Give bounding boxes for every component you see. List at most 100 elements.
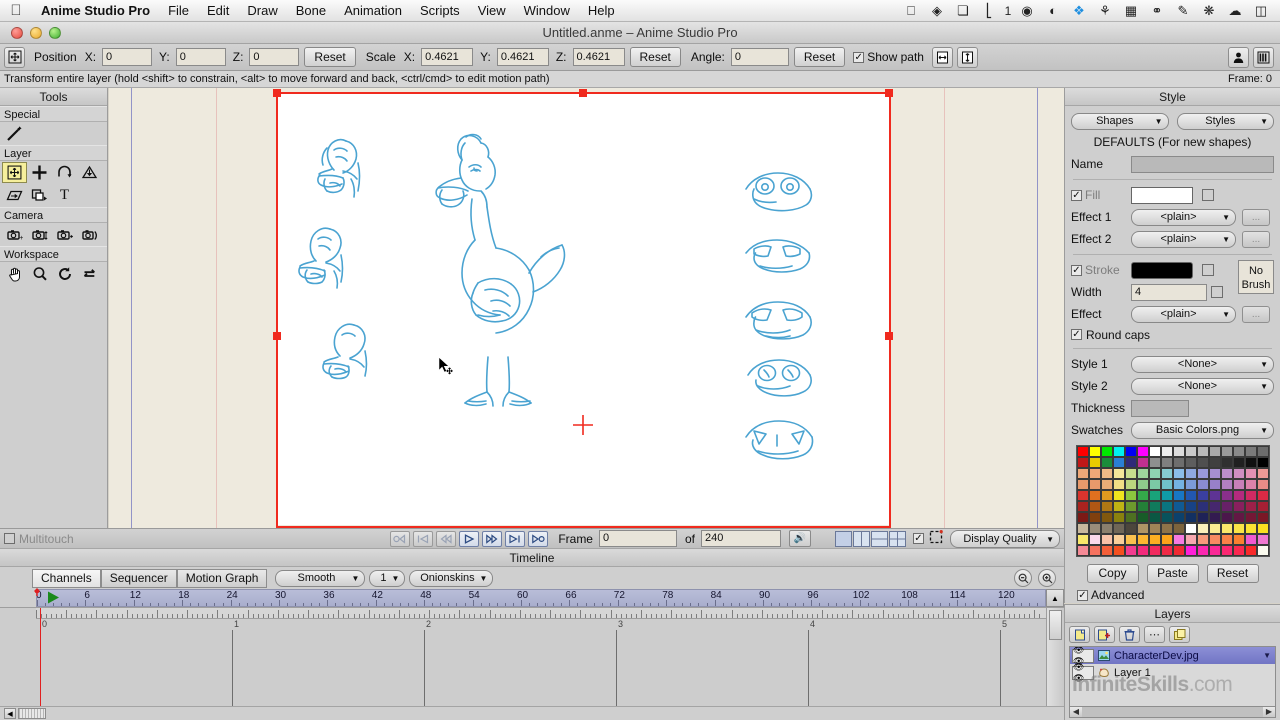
layer-visibility-icon[interactable]: 👁👁 <box>1072 647 1094 666</box>
playhead-marker[interactable] <box>34 588 48 608</box>
selection-handle-ml[interactable] <box>273 332 281 340</box>
color-swatch[interactable] <box>1136 545 1149 556</box>
single-view-button[interactable] <box>835 530 852 547</box>
interpolation-dropdown[interactable]: Smooth ▼ <box>275 569 366 587</box>
next-keyframe-button[interactable] <box>505 530 526 547</box>
color-swatch[interactable] <box>1184 446 1197 457</box>
zoom-in-icon[interactable] <box>1038 569 1056 587</box>
color-swatch[interactable] <box>1160 523 1173 534</box>
color-swatch[interactable] <box>1136 512 1149 523</box>
color-swatch[interactable] <box>1148 523 1161 534</box>
set-origin-tool[interactable] <box>27 185 52 206</box>
color-swatch[interactable] <box>1076 523 1089 534</box>
color-swatch[interactable] <box>1148 457 1161 468</box>
color-swatch[interactable] <box>1196 457 1209 468</box>
color-swatch[interactable] <box>1112 545 1125 556</box>
color-swatch[interactable] <box>1088 545 1101 556</box>
color-swatch[interactable] <box>1136 501 1149 512</box>
round-caps-row[interactable]: ✓ Round caps <box>1071 325 1274 344</box>
color-swatch[interactable] <box>1148 534 1161 545</box>
color-swatch[interactable] <box>1100 479 1113 490</box>
menu-scripts[interactable]: Scripts <box>411 0 469 22</box>
color-swatch[interactable] <box>1112 523 1125 534</box>
color-swatch[interactable] <box>1136 468 1149 479</box>
play-range-marker[interactable] <box>47 590 63 605</box>
flip-horizontal-icon[interactable] <box>931 46 953 68</box>
color-swatch[interactable] <box>1112 446 1125 457</box>
scroll-grip[interactable] <box>18 708 46 719</box>
color-swatch[interactable] <box>1196 523 1209 534</box>
color-swatch[interactable] <box>1076 446 1089 457</box>
color-swatch[interactable] <box>1232 512 1245 523</box>
color-swatch[interactable] <box>1076 545 1089 556</box>
menu-file[interactable]: File <box>159 0 198 22</box>
show-path-checkbox[interactable]: ✓ Show path <box>853 50 924 64</box>
paste-style-button[interactable]: Paste <box>1146 564 1199 583</box>
color-swatch[interactable] <box>1256 490 1269 501</box>
layer-row[interactable]: 👁👁 CharacterDev.jpg ▼ <box>1070 647 1275 666</box>
color-swatch[interactable] <box>1220 446 1233 457</box>
color-swatch[interactable] <box>1208 468 1221 479</box>
color-swatch-grid[interactable] <box>1075 445 1270 557</box>
color-swatch[interactable] <box>1256 479 1269 490</box>
color-swatch[interactable] <box>1112 490 1125 501</box>
stroke-extra-checkbox[interactable] <box>1202 264 1214 276</box>
color-swatch[interactable] <box>1124 501 1137 512</box>
style1-dropdown[interactable]: <None> ▼ <box>1131 355 1274 373</box>
color-swatch[interactable] <box>1148 446 1161 457</box>
volume-icon[interactable]: ⎣ <box>976 0 1002 22</box>
color-swatch[interactable] <box>1076 468 1089 479</box>
scrollbar-thumb[interactable] <box>1049 610 1062 640</box>
color-swatch[interactable] <box>1160 468 1173 479</box>
color-swatch[interactable] <box>1232 446 1245 457</box>
menu-window[interactable]: Window <box>515 0 579 22</box>
translate-layer-tool[interactable] <box>27 162 52 183</box>
layer-selection-rect[interactable] <box>276 92 891 528</box>
fill-extra-checkbox[interactable] <box>1202 189 1214 201</box>
color-swatch[interactable] <box>1220 523 1233 534</box>
color-swatch[interactable] <box>1244 534 1257 545</box>
zoom-out-icon[interactable] <box>1014 569 1032 587</box>
color-swatch[interactable] <box>1088 468 1101 479</box>
color-swatch[interactable] <box>1112 479 1125 490</box>
color-swatch[interactable] <box>1220 479 1233 490</box>
color-swatch[interactable] <box>1220 468 1233 479</box>
new-layer-button[interactable] <box>1069 626 1090 643</box>
menu-edit[interactable]: Edit <box>198 0 238 22</box>
swatches-dropdown[interactable]: Basic Colors.png ▼ <box>1131 421 1274 439</box>
color-swatch[interactable] <box>1196 468 1209 479</box>
color-swatch[interactable] <box>1136 490 1149 501</box>
color-swatch[interactable] <box>1208 457 1221 468</box>
color-swatch[interactable] <box>1124 545 1137 556</box>
tab-channels[interactable]: Channels <box>32 568 101 588</box>
color-swatch[interactable] <box>1244 457 1257 468</box>
color-swatch[interactable] <box>1208 446 1221 457</box>
menu-animation[interactable]: Animation <box>335 0 411 22</box>
color-swatch[interactable] <box>1148 490 1161 501</box>
effect1-options-button[interactable]: ... <box>1242 208 1270 226</box>
scroll-left-arrow[interactable]: ◀ <box>4 708 16 719</box>
color-swatch[interactable] <box>1220 545 1233 556</box>
go-to-start-button[interactable] <box>390 530 411 547</box>
color-swatch[interactable] <box>1244 512 1257 523</box>
position-x-input[interactable]: 0 <box>102 48 153 66</box>
transform-layer-tool[interactable] <box>2 162 27 183</box>
eject-icon[interactable]: ⚭ <box>1144 0 1170 22</box>
color-swatch[interactable] <box>1184 534 1197 545</box>
total-frames-input[interactable]: 240 <box>701 530 781 547</box>
color-swatch[interactable] <box>1112 534 1125 545</box>
color-swatch[interactable] <box>1076 479 1089 490</box>
dropbox-icon[interactable]: ❖ <box>1066 0 1092 22</box>
color-swatch[interactable] <box>1148 468 1161 479</box>
scale-layer-tool[interactable] <box>77 162 102 183</box>
color-swatch[interactable] <box>1124 534 1137 545</box>
color-swatch[interactable] <box>1232 523 1245 534</box>
color-swatch[interactable] <box>1208 545 1221 556</box>
color-swatch[interactable] <box>1184 512 1197 523</box>
color-swatch[interactable] <box>1076 534 1089 545</box>
color-swatch[interactable] <box>1232 468 1245 479</box>
color-swatch[interactable] <box>1256 501 1269 512</box>
color-swatch[interactable] <box>1196 490 1209 501</box>
fill-color-swatch[interactable] <box>1131 186 1193 204</box>
color-swatch[interactable] <box>1196 545 1209 556</box>
